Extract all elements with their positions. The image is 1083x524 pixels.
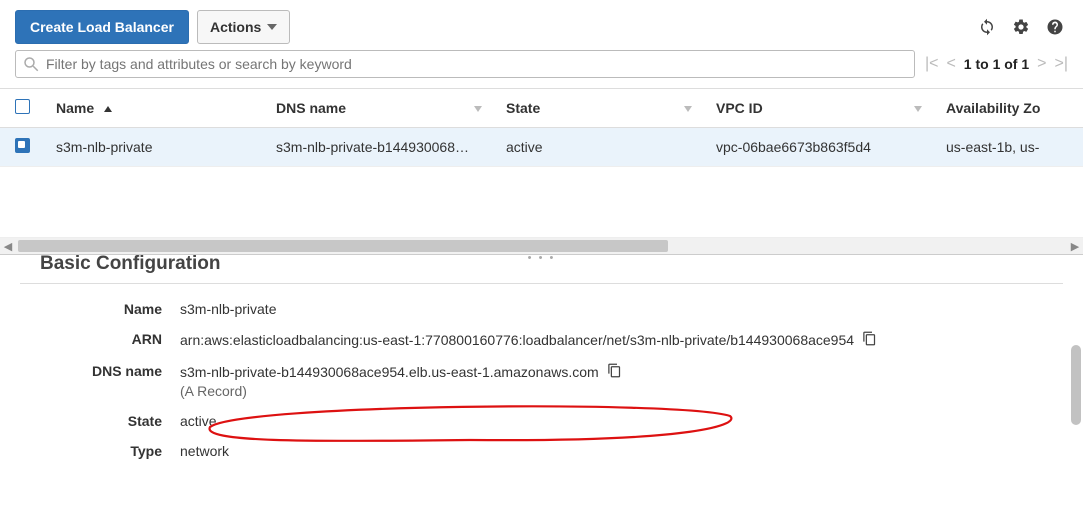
detail-row-name: Name s3m-nlb-private (0, 294, 1053, 324)
help-button[interactable] (1042, 14, 1068, 40)
row-az-cell: us-east-1b, us- (934, 128, 1083, 167)
copy-arn-button[interactable] (862, 331, 877, 349)
checkbox-icon (15, 99, 30, 114)
scroll-thumb[interactable] (18, 240, 668, 252)
detail-row-dns: DNS name s3m-nlb-private-b144930068ace95… (0, 356, 1053, 406)
scroll-right-icon: ▶ (1067, 240, 1083, 253)
detail-value-dns: s3m-nlb-private-b144930068ace954.elb.us-… (180, 364, 599, 380)
detail-value-arn: arn:aws:elasticloadbalancing:us-east-1:7… (180, 332, 854, 348)
detail-row-type: Type network (0, 436, 1053, 466)
table-row[interactable]: s3m-nlb-private s3m-nlb-private-b1449300… (0, 128, 1083, 167)
pager-next-button[interactable]: > (1037, 55, 1046, 73)
column-header-dns[interactable]: DNS name (264, 89, 494, 128)
pager-last-button[interactable]: >| (1055, 55, 1069, 73)
row-name-cell: s3m-nlb-private (44, 128, 264, 167)
sort-caret-icon (908, 100, 922, 116)
toolbar: Create Load Balancer Actions (0, 0, 1083, 50)
load-balancer-table: Name DNS name State VPC ID Availability … (0, 89, 1083, 167)
copy-icon (862, 331, 877, 346)
scroll-left-icon: ◀ (0, 240, 16, 253)
vertical-scrollbar[interactable] (1069, 295, 1083, 500)
help-icon (1046, 18, 1064, 36)
detail-value-dns-record: (A Record) (180, 383, 622, 399)
search-field[interactable] (15, 50, 915, 78)
gear-icon (1012, 18, 1030, 36)
column-header-state[interactable]: State (494, 89, 704, 128)
select-all-header[interactable] (0, 89, 44, 128)
search-row: |< < 1 to 1 of 1 > >| (0, 50, 1083, 88)
copy-dns-button[interactable] (607, 363, 622, 381)
row-dns-cell: s3m-nlb-private-b144930068… (264, 128, 494, 167)
row-vpc-cell: vpc-06bae6673b863f5d4 (704, 128, 934, 167)
details-panel: • • • Basic Configuration Name s3m-nlb-p… (0, 254, 1083, 504)
actions-button[interactable]: Actions (197, 10, 290, 44)
pager-prev-button[interactable]: < (946, 55, 955, 73)
detail-label: DNS name (0, 363, 180, 379)
detail-label: ARN (0, 331, 180, 347)
detail-label: Type (0, 443, 180, 459)
actions-button-label: Actions (210, 19, 261, 35)
create-load-balancer-button[interactable]: Create Load Balancer (15, 10, 189, 44)
column-header-vpc[interactable]: VPC ID (704, 89, 934, 128)
row-state-cell: active (494, 128, 704, 167)
sort-caret-icon (468, 100, 482, 116)
horizontal-scrollbar[interactable]: ◀ ▶ (0, 237, 1083, 254)
table-header-row: Name DNS name State VPC ID Availability … (0, 89, 1083, 128)
sort-ascending-icon (98, 100, 112, 116)
pager: |< < 1 to 1 of 1 > >| (925, 55, 1068, 73)
copy-icon (607, 363, 622, 378)
column-header-az[interactable]: Availability Zo (934, 89, 1083, 128)
detail-value-type: network (180, 443, 229, 459)
search-input[interactable] (46, 56, 908, 72)
column-header-name[interactable]: Name (44, 89, 264, 128)
refresh-button[interactable] (974, 14, 1000, 40)
pager-count: 1 to 1 of 1 (964, 56, 1029, 72)
pager-first-button[interactable]: |< (925, 55, 939, 73)
search-icon (22, 55, 40, 73)
detail-label: Name (0, 301, 180, 317)
detail-row-arn: ARN arn:aws:elasticloadbalancing:us-east… (0, 324, 1053, 356)
sort-caret-icon (678, 100, 692, 116)
settings-button[interactable] (1008, 14, 1034, 40)
row-select-cell[interactable] (0, 128, 44, 167)
detail-value-name: s3m-nlb-private (180, 301, 276, 317)
checkbox-checked-icon (15, 138, 30, 153)
detail-label: State (0, 413, 180, 429)
scroll-thumb[interactable] (1071, 345, 1081, 425)
detail-row-state: State active (0, 406, 1053, 436)
detail-value-state: active (180, 413, 217, 429)
chevron-down-icon (267, 24, 277, 30)
refresh-icon (978, 18, 996, 36)
